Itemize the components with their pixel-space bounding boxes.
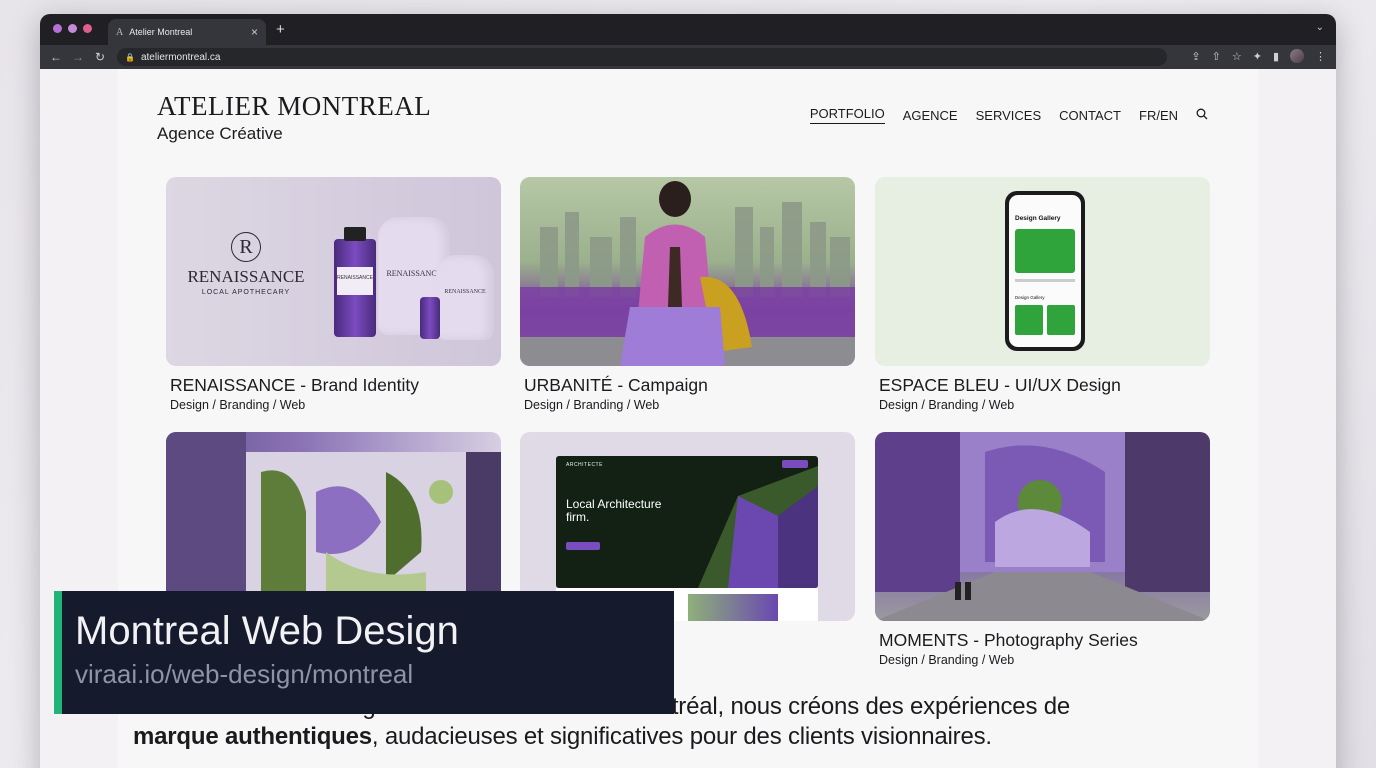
phone-mockup: Design Gallery Design Gallery (1005, 191, 1085, 351)
project-tags: Design / Branding / Web (170, 398, 306, 412)
project-tags: Design / Branding / Web (879, 398, 1015, 412)
search-icon[interactable] (1196, 108, 1208, 123)
reload-icon[interactable]: ↻ (89, 50, 111, 64)
nav-portfolio[interactable]: PORTFOLIO (809, 106, 885, 124)
website-mockup: ARCHITECTE Local Architecture firm. (556, 456, 818, 588)
project-card-urbanite[interactable]: URBANITÉ - Campaign Design / Branding / … (520, 177, 855, 412)
browser-tab[interactable]: A Atelier Montreal × (108, 19, 266, 45)
url-text: ateliermontreal.ca (140, 51, 221, 63)
renaissance-logo: R RENAISSANCE LOCAL APOTHECARY (186, 232, 306, 296)
back-icon[interactable]: ← (45, 50, 67, 64)
brand[interactable]: ATELIER MONTREAL Agence Créative (157, 91, 431, 144)
tab-title: Atelier Montreal (129, 27, 193, 37)
address-bar[interactable]: 🔒 ateliermontreal.ca (117, 48, 1167, 66)
menu-kebab-icon[interactable]: ⋮ (1315, 50, 1326, 63)
caption-overlay: Montreal Web Design viraai.io/web-design… (54, 591, 674, 714)
project-title: URBANITÉ - Campaign (524, 375, 708, 395)
profile-avatar[interactable] (1290, 49, 1304, 63)
tab-bar: A Atelier Montreal × + ⌄ (40, 14, 1336, 45)
product-pouch-small: RENAISSANCE (436, 255, 494, 340)
maximize-window-button[interactable] (83, 24, 92, 33)
project-title: MOMENTS - Photography Series (879, 630, 1138, 650)
forward-icon[interactable]: → (67, 50, 89, 64)
new-tab-icon[interactable]: + (276, 21, 285, 38)
project-title: ESPACE BLEU - UI/UX Design (879, 375, 1121, 395)
project-thumbnail: R RENAISSANCE LOCAL APOTHECARY RENAISSAN… (166, 177, 501, 366)
project-title: RENAISSANCE - Brand Identity (170, 375, 419, 395)
sidepanel-icon[interactable]: ▮ (1273, 50, 1279, 63)
project-thumbnail (520, 177, 855, 366)
project-tags: Design / Branding / Web (524, 398, 660, 412)
lock-icon: 🔒 (125, 52, 135, 62)
project-thumbnail (875, 432, 1210, 621)
favicon-icon: A (116, 26, 124, 38)
toolbar-icons: ⇪ ⇧ ☆ ✦ ▮ ⋮ (1191, 49, 1326, 63)
browser-toolbar: ← → ↻ 🔒 ateliermontreal.ca ⇪ ⇧ ☆ ✦ ▮ ⋮ (40, 45, 1336, 69)
bookmark-star-icon[interactable]: ☆ (1232, 50, 1242, 63)
overlay-url: viraai.io/web-design/montreal (75, 659, 414, 689)
nav-services[interactable]: SERVICES (976, 108, 1042, 123)
nav-language[interactable]: FR/EN (1139, 108, 1178, 123)
nav-contact[interactable]: CONTACT (1059, 108, 1121, 123)
project-card-espace-bleu[interactable]: Design Gallery Design Gallery ESPACE BLE… (875, 177, 1210, 412)
close-window-button[interactable] (53, 24, 62, 33)
product-bottle-small (420, 297, 440, 339)
project-card-renaissance[interactable]: R RENAISSANCE LOCAL APOTHECARY RENAISSAN… (166, 177, 501, 412)
project-thumbnail: Design Gallery Design Gallery (875, 177, 1210, 366)
extensions-icon[interactable]: ✦ (1253, 50, 1262, 63)
brand-name: ATELIER MONTREAL (157, 91, 432, 121)
project-card-moments[interactable]: MOMENTS - Photography Series Design / Br… (875, 432, 1210, 667)
intro-bold-2: marque authentiques (133, 723, 372, 750)
overlay-title: Montreal Web Design (75, 609, 459, 653)
close-tab-icon[interactable]: × (251, 25, 258, 39)
intro-text-2: , audacieuses et significatives pour des… (371, 723, 992, 750)
nav-agence[interactable]: AGENCE (903, 108, 958, 123)
main-nav: PORTFOLIO AGENCE SERVICES CONTACT FR/EN (809, 106, 1208, 124)
share-icon[interactable]: ⇧ (1212, 50, 1221, 63)
project-tags: Design / Branding / Web (879, 653, 1015, 667)
install-icon[interactable]: ⇪ (1191, 50, 1200, 63)
brand-subtitle: Agence Créative (157, 124, 283, 143)
minimize-window-button[interactable] (68, 24, 77, 33)
tab-search-chevron-icon[interactable]: ⌄ (1316, 22, 1324, 33)
window-controls (53, 24, 92, 33)
product-bottle: RENAISSANCE (334, 227, 376, 337)
